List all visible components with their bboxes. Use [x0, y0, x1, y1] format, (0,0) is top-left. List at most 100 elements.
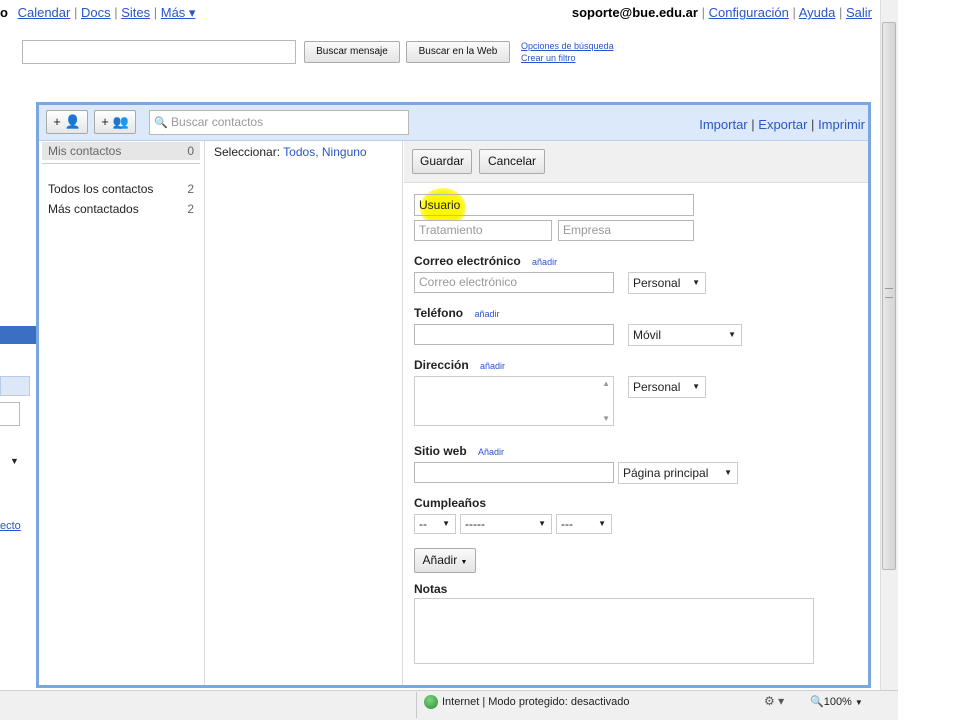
- birthday-year-value: ---: [561, 517, 573, 531]
- my-contacts-item[interactable]: Mis contactos 0: [42, 142, 200, 160]
- zoom-icon: 🔍: [810, 696, 824, 708]
- address-textarea[interactable]: ▲ ▼: [414, 376, 614, 426]
- address-section-label: Dirección añadir: [414, 358, 505, 372]
- group-all-contacts[interactable]: Todos los contactos 2: [48, 182, 198, 196]
- textarea-scroll-up-icon: ▲: [602, 379, 610, 388]
- protected-mode-icon[interactable]: ⚙ ▾: [764, 694, 784, 708]
- birthday-day-value: --: [419, 517, 427, 531]
- scrollbar-grip-icon: [885, 288, 893, 298]
- group-label: Más contactados: [48, 202, 139, 216]
- search-web-button[interactable]: Buscar en la Web: [406, 41, 510, 63]
- left-nav-selected[interactable]: [0, 326, 40, 344]
- left-panel-header: [0, 376, 30, 396]
- save-button[interactable]: Guardar: [412, 149, 472, 174]
- website-type-select[interactable]: Página principal ▼: [618, 462, 738, 484]
- website-input[interactable]: [414, 462, 614, 483]
- phone-label: Teléfono: [414, 306, 464, 320]
- company-placeholder: Empresa: [563, 223, 612, 237]
- name-value: Usuario: [419, 198, 461, 212]
- chevron-down-icon: ▼: [598, 519, 606, 528]
- chevron-down-icon: ▼: [692, 382, 700, 391]
- birthday-month-value: -----: [465, 517, 485, 531]
- add-email-link[interactable]: añadir: [532, 257, 557, 267]
- group-count: 2: [187, 182, 194, 196]
- notes-label: Notas: [414, 582, 448, 596]
- email-section-label: Correo electrónico añadir: [414, 254, 557, 268]
- name-input[interactable]: Usuario: [414, 194, 694, 216]
- email-label: Correo electrónico: [414, 254, 521, 268]
- nav-calendar-link[interactable]: Calendar: [18, 5, 71, 20]
- my-contacts-label: Mis contactos: [48, 144, 122, 158]
- security-zone[interactable]: Internet | Modo protegido: desactivado: [442, 696, 630, 708]
- left-dropdown-arrow-icon[interactable]: ▼: [10, 456, 19, 466]
- import-link[interactable]: Importar: [699, 117, 747, 132]
- zoom-value: 100%: [823, 696, 852, 708]
- add-address-link[interactable]: añadir: [480, 361, 505, 371]
- search-options-link[interactable]: Opciones de búsqueda: [521, 41, 614, 51]
- select-none-link[interactable]: Ninguno: [322, 145, 367, 159]
- chevron-down-icon: ▼: [442, 519, 450, 528]
- contacts-list-column: [205, 141, 403, 685]
- search-mail-button[interactable]: Buscar mensaje: [304, 41, 400, 63]
- email-input[interactable]: Correo electrónico: [414, 272, 614, 293]
- chevron-down-icon: ▼: [854, 698, 863, 707]
- company-input[interactable]: Empresa: [558, 220, 694, 241]
- help-link[interactable]: Ayuda: [799, 5, 836, 20]
- top-navigation: o Calendar | Docs | Sites | Más ▾ soport…: [0, 5, 872, 20]
- birthday-year-select[interactable]: --- ▼: [556, 514, 612, 534]
- email-type-value: Personal: [633, 276, 681, 290]
- website-type-value: Página principal: [623, 466, 709, 480]
- add-group-button[interactable]: + 👥: [94, 110, 136, 134]
- notes-textarea[interactable]: [414, 598, 814, 664]
- phone-type-value: Móvil: [633, 328, 662, 342]
- my-contacts-count: 0: [187, 144, 194, 158]
- settings-link[interactable]: Configuración: [709, 5, 789, 20]
- signout-link[interactable]: Salir: [846, 5, 872, 20]
- user-email: soporte@bue.edu.ar: [571, 5, 698, 20]
- phone-section-label: Teléfono añadir: [414, 306, 499, 320]
- add-contact-button[interactable]: + 👤: [46, 110, 88, 134]
- contacts-header-links: Importar | Exportar | Imprimir: [699, 117, 865, 132]
- status-divider: [416, 692, 417, 718]
- contacts-search-input[interactable]: 🔍 Buscar contactos: [149, 110, 409, 135]
- group-most-contacted[interactable]: Más contactados 2: [48, 202, 198, 216]
- print-link[interactable]: Imprimir: [818, 117, 865, 132]
- title-input[interactable]: Tratamiento: [414, 220, 552, 241]
- birthday-day-select[interactable]: -- ▼: [414, 514, 456, 534]
- select-all-link[interactable]: Todos: [283, 145, 315, 159]
- chevron-down-icon: ▼: [728, 330, 736, 339]
- add-phone-link[interactable]: añadir: [474, 309, 499, 319]
- zoom-control[interactable]: 🔍100% ▼: [810, 695, 863, 708]
- groups-column: [39, 141, 205, 685]
- select-bar: Seleccionar: Todos, Ninguno: [214, 145, 367, 159]
- group-label: Todos los contactos: [48, 182, 154, 196]
- birthday-month-select[interactable]: ----- ▼: [460, 514, 552, 534]
- export-link[interactable]: Exportar: [758, 117, 807, 132]
- phone-type-select[interactable]: Móvil ▼: [628, 324, 742, 346]
- globe-icon: [424, 695, 438, 709]
- contacts-search-placeholder: Buscar contactos: [171, 115, 264, 129]
- left-input-fragment[interactable]: [0, 402, 20, 426]
- phone-input[interactable]: [414, 324, 614, 345]
- email-type-select[interactable]: Personal ▼: [628, 272, 706, 294]
- left-link-fragment[interactable]: ecto: [0, 520, 21, 532]
- nav-fragment: o: [0, 5, 8, 20]
- add-website-link[interactable]: Añadir: [478, 447, 504, 457]
- cancel-button[interactable]: Cancelar: [479, 149, 545, 174]
- group-count: 2: [187, 202, 194, 216]
- address-type-select[interactable]: Personal ▼: [628, 376, 706, 398]
- chevron-down-icon: ▼: [538, 519, 546, 528]
- nav-more-link[interactable]: Más ▾: [161, 5, 196, 20]
- website-section-label: Sitio web Añadir: [414, 444, 504, 458]
- nav-docs-link[interactable]: Docs: [81, 5, 111, 20]
- address-type-value: Personal: [633, 380, 681, 394]
- chevron-down-icon: ▼: [692, 278, 700, 287]
- textarea-scroll-down-icon: ▼: [602, 414, 610, 423]
- select-label: Seleccionar:: [214, 145, 281, 159]
- add-field-button[interactable]: Añadir ▼: [414, 548, 476, 573]
- create-filter-link[interactable]: Crear un filtro: [521, 53, 576, 63]
- mail-search-input[interactable]: [22, 40, 296, 64]
- editor-toolbar: [404, 141, 868, 183]
- nav-sites-link[interactable]: Sites: [121, 5, 150, 20]
- chevron-down-icon: ▼: [724, 468, 732, 477]
